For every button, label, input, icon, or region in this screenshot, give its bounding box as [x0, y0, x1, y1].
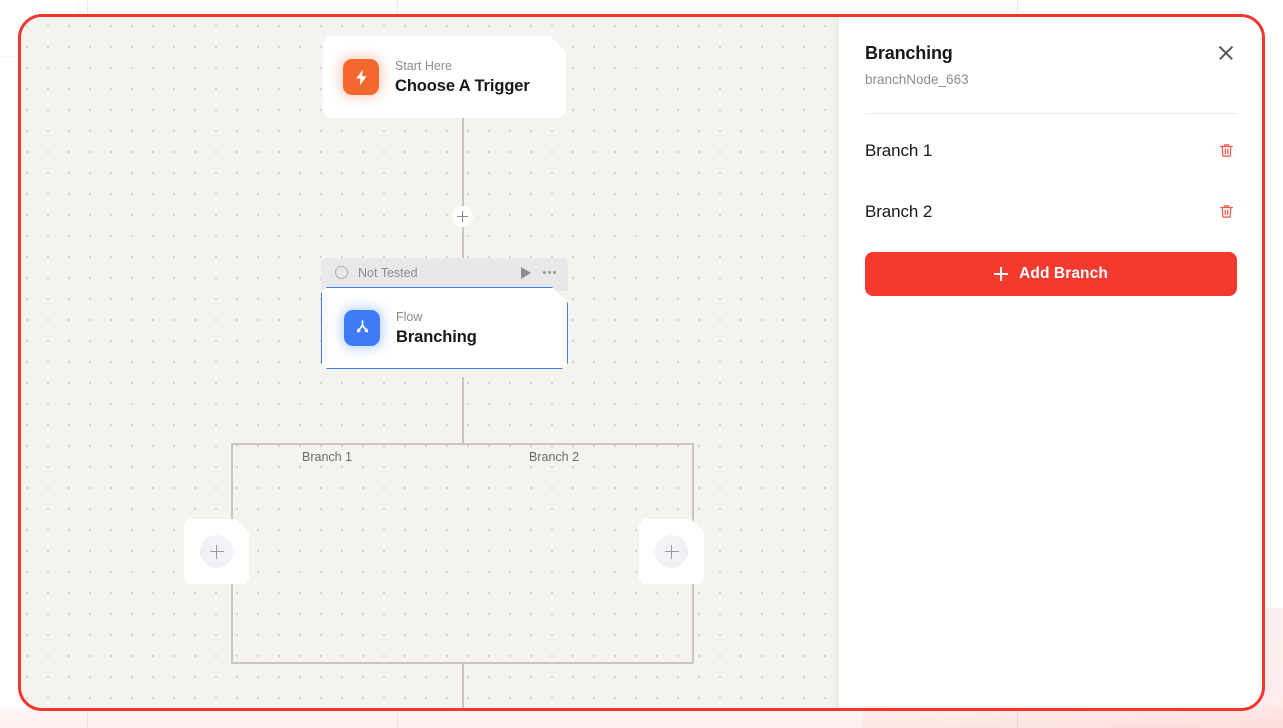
node-status-label: Not Tested	[358, 265, 418, 280]
highlight-frame: Start Here Choose A Trigger Not Tested F…	[18, 14, 1265, 711]
node-title: Choose A Trigger	[395, 76, 530, 95]
trash-icon[interactable]	[1215, 140, 1237, 162]
node-branching-body[interactable]: Flow Branching	[321, 287, 568, 369]
connector-fork-horizontal	[231, 443, 693, 445]
panel-title: Branching	[865, 43, 953, 63]
trash-icon[interactable]	[1215, 201, 1237, 223]
play-triangle-icon[interactable]	[520, 266, 531, 279]
branch-label-1: Branch 1	[302, 450, 353, 464]
node-choose-a-trigger[interactable]: Start Here Choose A Trigger	[323, 36, 566, 118]
add-branch-button[interactable]: Add Branch	[865, 252, 1237, 296]
ellipsis-icon[interactable]	[542, 271, 556, 274]
node-eyebrow: Start Here	[395, 58, 452, 73]
connector-branching-to-fork	[462, 377, 464, 443]
branch-row-label: Branch 1	[865, 141, 933, 160]
flow-canvas[interactable]: Start Here Choose A Trigger Not Tested F…	[21, 17, 839, 708]
node-text-block: Start Here Choose A Trigger	[395, 58, 530, 97]
branch-label-2: Branch 2	[529, 450, 580, 464]
node-status-bar: Not Tested	[321, 258, 568, 291]
node-title: Branching	[396, 327, 477, 346]
connector-add-node-button[interactable]	[452, 206, 473, 227]
app-root: Start Here Choose A Trigger Not Tested F…	[0, 0, 1283, 728]
background-top-sheet	[87, 0, 1018, 15]
panel-divider	[865, 113, 1237, 114]
branch-2-add-node-button[interactable]	[639, 519, 704, 584]
branch-row[interactable]: Branch 2	[865, 181, 1237, 242]
connector-merge-down	[462, 662, 464, 708]
plus-icon	[457, 211, 468, 222]
connector-trigger-to-branching	[462, 118, 464, 259]
node-eyebrow: Flow	[396, 309, 423, 324]
plus-icon	[200, 535, 233, 568]
branch-list: Branch 1 Branch 2	[865, 120, 1237, 242]
canvas-edge-shadow	[831, 17, 839, 708]
empty-circle-icon	[335, 266, 348, 279]
plus-icon	[994, 267, 1009, 281]
branch-row-label: Branch 2	[865, 202, 933, 221]
panel-header: Branching branchNode_663	[865, 41, 1237, 89]
panel-node-id: branchNode_663	[865, 72, 969, 87]
branch-row[interactable]: Branch 1	[865, 120, 1237, 181]
branching-arrows-icon	[344, 310, 380, 346]
branch-1-add-node-button[interactable]	[184, 519, 249, 584]
node-text-block: Flow Branching	[396, 309, 477, 348]
panel-title-block: Branching branchNode_663	[865, 41, 969, 89]
add-branch-label: Add Branch	[1019, 265, 1108, 282]
close-icon[interactable]	[1215, 42, 1237, 64]
plus-icon	[655, 535, 688, 568]
node-branching[interactable]: Not Tested Flow Branching	[321, 258, 568, 369]
lightning-bolt-icon	[343, 59, 379, 95]
properties-panel: Branching branchNode_663 Branch 1 Branch…	[839, 17, 1262, 708]
